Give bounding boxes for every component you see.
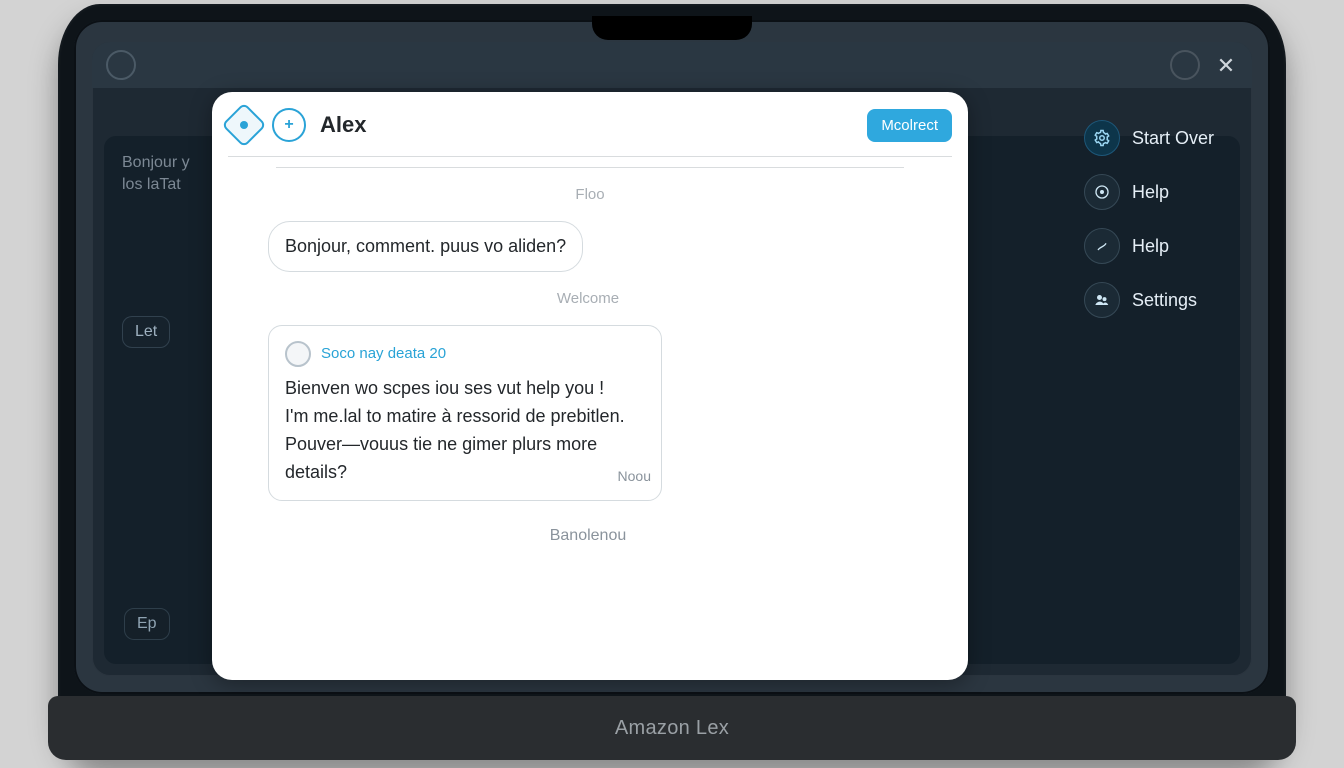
meta-top: Floo: [212, 186, 968, 203]
close-icon[interactable]: ✕: [1214, 53, 1238, 77]
menu-start-over[interactable]: Start Over: [1084, 120, 1234, 156]
people-icon: [1084, 282, 1120, 318]
meta-bottom: Banolenou: [268, 527, 908, 545]
background-chip-left[interactable]: Let: [122, 316, 170, 348]
info-icon: [1084, 174, 1120, 210]
bot-message: Bonjour, comment. puus vo aliden?: [268, 221, 583, 272]
menu-help-1[interactable]: Help: [1084, 174, 1234, 210]
primary-button[interactable]: Mcolrect: [867, 109, 952, 142]
right-menu: Start Over Help Help: [1084, 120, 1234, 318]
screen: ✕ Ekanalols: El Bonjour y los laTat Let …: [74, 20, 1270, 694]
menu-label: Start Over: [1132, 128, 1214, 149]
divider: [228, 156, 952, 157]
author-name: Soco nay deata 20: [321, 340, 446, 368]
menu-label: Settings: [1132, 290, 1197, 311]
divider: [276, 167, 904, 168]
card-title: Alex: [320, 112, 366, 138]
menu-help-2[interactable]: Help: [1084, 228, 1234, 264]
chat-card: + Alex Mcolrect Floo Bonjour, comment. p…: [212, 92, 968, 680]
help-icon: [1084, 228, 1120, 264]
message-tag: Noou: [618, 462, 651, 490]
background-chip-bottom[interactable]: Ep: [124, 608, 170, 640]
menu-settings[interactable]: Settings: [1084, 282, 1234, 318]
laptop-bottombar: Amazon Lex: [48, 696, 1296, 760]
avatar-icon: [285, 341, 311, 367]
meta-mid: Welcome: [268, 290, 908, 307]
plus-icon[interactable]: +: [272, 108, 306, 142]
chat-area: Bonjour, comment. puus vo aliden? Welcom…: [212, 203, 968, 545]
laptop-brand: Amazon Lex: [615, 717, 729, 740]
menu-label: Help: [1132, 182, 1169, 203]
gear-icon: [1084, 120, 1120, 156]
brand-icon: [221, 102, 266, 147]
avatar-icon: [106, 50, 136, 80]
message-author: Soco nay deata 20: [285, 340, 645, 368]
assistant-message: Soco nay deata 20 Bienven wo scpes iou s…: [268, 325, 662, 501]
avatar-icon[interactable]: [1170, 50, 1200, 80]
card-header: + Alex Mcolrect: [212, 92, 968, 156]
message-text: Bienven wo scpes iou ses vut help you ! …: [285, 374, 645, 486]
bubble-row: Bonjour, comment. puus vo aliden?: [268, 221, 908, 272]
menu-label: Help: [1132, 236, 1169, 257]
topbar: ✕: [92, 42, 1252, 88]
laptop-frame: ✕ Ekanalols: El Bonjour y los laTat Let …: [58, 4, 1286, 760]
background-hint: Bonjour y los laTat: [122, 152, 190, 196]
